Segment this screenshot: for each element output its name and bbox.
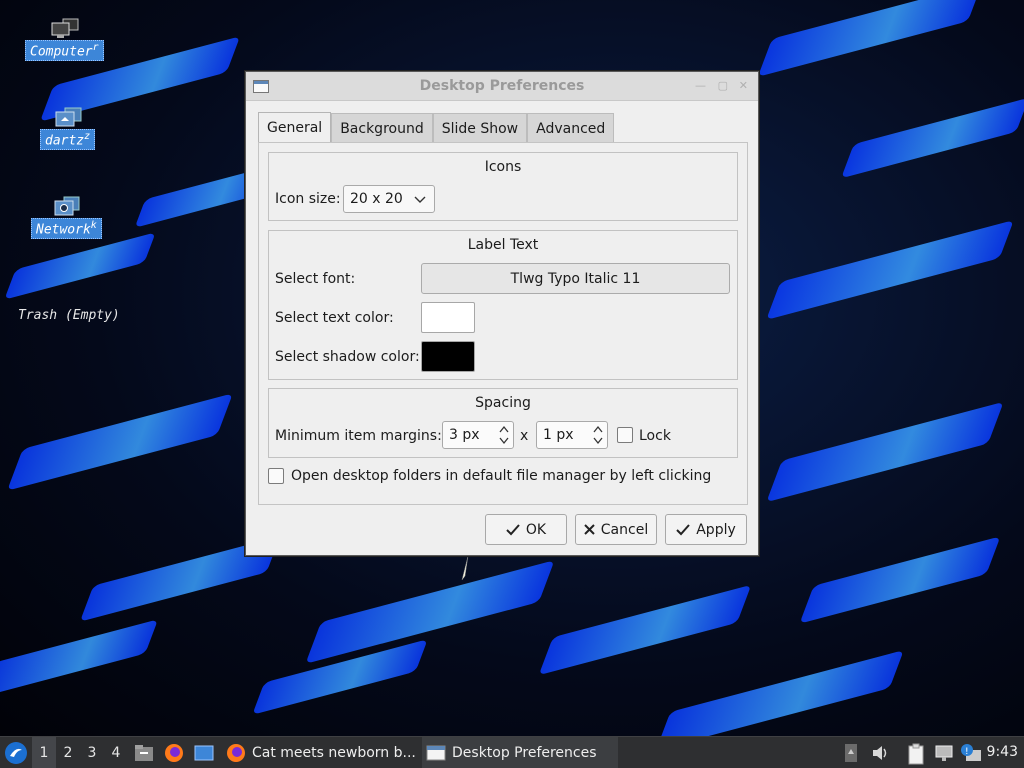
cancel-label: Cancel (600, 521, 649, 538)
workspace-4[interactable]: 4 (104, 737, 128, 768)
margin-y-value: 1 px (543, 427, 574, 443)
taskbar: 1 2 3 4 Cat meets newborn b... Desktop P… (0, 736, 1024, 768)
lock-checkbox[interactable] (617, 427, 633, 443)
desktop-icon-dartz[interactable]: dartzz (40, 107, 96, 151)
workspace-1[interactable]: 1 (32, 737, 56, 768)
cancel-button[interactable]: Cancel (575, 514, 657, 545)
close-button[interactable]: ✕ (739, 79, 748, 92)
desktop-icon-trash[interactable]: Trash (Empty) (18, 304, 120, 323)
ok-label: OK (525, 521, 547, 538)
cross-icon (584, 524, 595, 535)
tab-panel-general: Icons Icon size: 20 x 20 Label Text Sele… (258, 142, 748, 505)
open-folders-checkbox[interactable] (268, 468, 284, 484)
icons-group-title: Icons (484, 159, 522, 175)
apply-button[interactable]: Apply (665, 514, 747, 545)
lock-label: Lock (639, 428, 671, 444)
volume-icon[interactable] (870, 743, 890, 763)
window-icon (426, 745, 446, 761)
select-text-color-label: Select text color: (275, 310, 394, 326)
margin-separator: x (520, 428, 529, 444)
clock[interactable]: 9:43 (987, 744, 1018, 760)
chevron-down-icon (414, 196, 426, 203)
svg-text:!: ! (965, 747, 969, 757)
desktop-icon-computer[interactable]: Computerr (25, 18, 104, 62)
task-label: Desktop Preferences (452, 745, 597, 761)
icon-size-label: Icon size: (275, 191, 341, 207)
label-text-group: Label Text Select font: Tlwg Typo Italic… (268, 230, 738, 380)
desktop-icon-label: Network (36, 222, 91, 238)
text-color-swatch[interactable] (421, 302, 475, 333)
home-folder-icon (55, 107, 82, 127)
desktop-icon-label: dartz (45, 133, 85, 149)
task-desktop-preferences[interactable]: Desktop Preferences (422, 737, 618, 768)
show-desktop-icon[interactable] (194, 743, 214, 763)
icon-size-dropdown[interactable]: 20 x 20 (343, 185, 435, 213)
firefox-icon (227, 744, 245, 762)
mouse-cursor-icon (461, 556, 469, 581)
checkmark-icon (676, 523, 690, 535)
network-wired-icon[interactable] (934, 743, 954, 763)
desktop-icon-suffix: k (90, 220, 97, 231)
workspace-3[interactable]: 3 (80, 737, 104, 768)
select-font-label: Select font: (275, 271, 356, 287)
icon-size-value: 20 x 20 (350, 191, 403, 207)
minimize-button[interactable]: — (695, 79, 706, 92)
start-menu-button[interactable] (4, 741, 28, 765)
task-label: Cat meets newborn b... (252, 745, 416, 761)
apply-label: Apply (696, 521, 736, 538)
desktop-icon-suffix: r (92, 42, 99, 53)
chevron-up-icon[interactable] (592, 424, 604, 435)
chevron-up-icon[interactable] (498, 424, 510, 435)
open-folders-label: Open desktop folders in default file man… (291, 468, 712, 484)
window-title: Desktop Preferences (419, 78, 585, 94)
clipboard-icon[interactable] (906, 743, 926, 765)
desktop-preferences-window: Desktop Preferences — ▢ ✕ General Backgr… (245, 71, 759, 556)
desktop-icon-suffix: z (84, 131, 91, 142)
tab-background[interactable]: Background (331, 113, 433, 143)
trash-label: Trash (Empty) (18, 308, 120, 323)
workspace-switcher: 1 2 3 4 (32, 737, 128, 768)
margin-x-spinner[interactable]: 3 px (442, 421, 514, 449)
workspace-2[interactable]: 2 (56, 737, 80, 768)
ok-button[interactable]: OK (485, 514, 567, 545)
margin-y-spinner[interactable]: 1 px (536, 421, 608, 449)
task-firefox[interactable]: Cat meets newborn b... (222, 737, 418, 768)
desktop-icon-network[interactable]: Networkk (31, 196, 102, 240)
shadow-color-swatch[interactable] (421, 341, 475, 372)
checkmark-icon (506, 523, 520, 535)
desktop-icon-label: Computer (30, 44, 93, 60)
maximize-button[interactable]: ▢ (718, 79, 728, 92)
tab-bar: General Background Slide Show Advanced (258, 112, 615, 143)
network-folder-icon (54, 196, 80, 216)
update-notifier-icon[interactable]: ! (960, 743, 982, 763)
file-manager-icon[interactable] (134, 743, 154, 763)
select-font-button[interactable]: Tlwg Typo Italic 11 (421, 263, 730, 294)
label-text-group-title: Label Text (467, 237, 539, 253)
tab-general[interactable]: General (258, 112, 332, 143)
eject-icon[interactable] (844, 743, 858, 763)
chevron-down-icon[interactable] (592, 435, 604, 446)
spacing-group-title: Spacing (475, 395, 531, 411)
select-shadow-color-label: Select shadow color: (275, 349, 420, 365)
window-titlebar[interactable]: Desktop Preferences — ▢ ✕ (246, 72, 758, 101)
lubuntu-logo-icon (5, 742, 27, 764)
icons-group: Icons Icon size: 20 x 20 (268, 152, 738, 221)
margin-x-value: 3 px (449, 427, 480, 443)
firefox-icon[interactable] (164, 743, 184, 763)
computer-icon (51, 18, 79, 38)
tab-advanced[interactable]: Advanced (527, 113, 615, 143)
chevron-down-icon[interactable] (498, 435, 510, 446)
tab-slide-show[interactable]: Slide Show (432, 113, 528, 143)
minimum-margins-label: Minimum item margins: (275, 428, 442, 444)
spacing-group: Spacing Minimum item margins: 3 px x 1 p… (268, 388, 738, 458)
